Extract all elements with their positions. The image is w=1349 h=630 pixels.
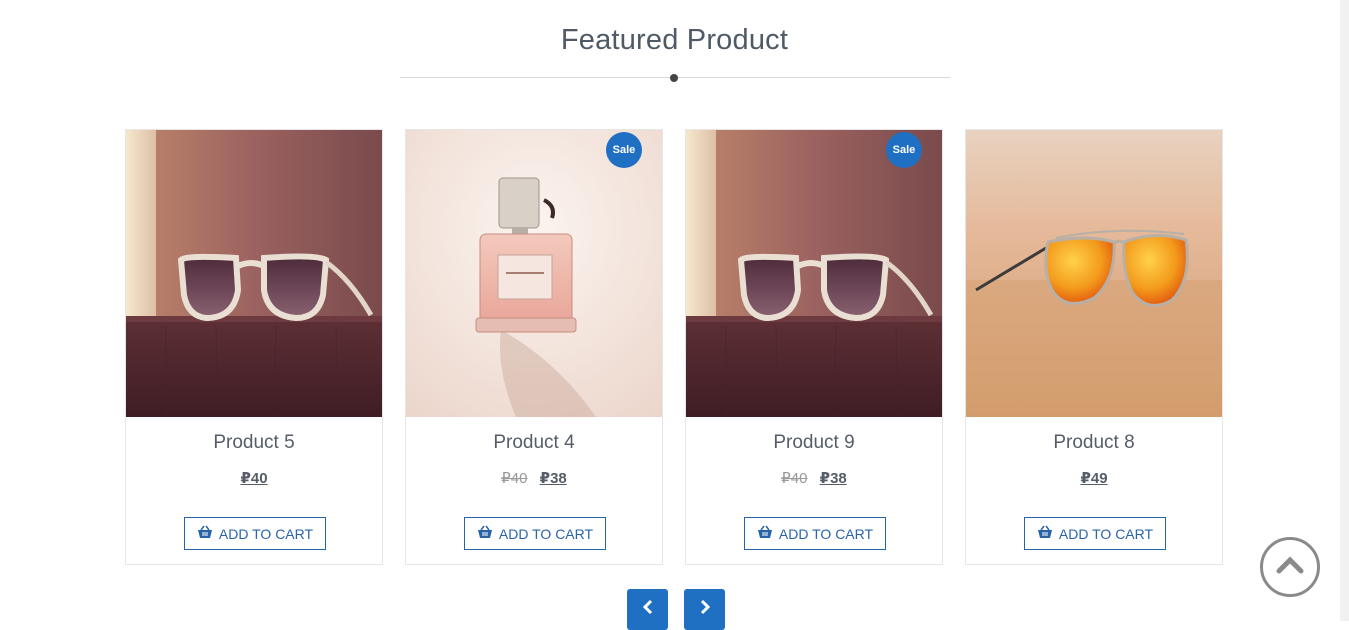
product-price-old: ₽40 [501,470,528,487]
product-image-sunglasses[interactable] [126,130,382,417]
page-scrollbar[interactable] [1340,0,1349,621]
basket-icon [197,525,213,542]
product-name[interactable]: Product 9 [686,432,942,454]
product-image-perfume[interactable]: Sale [406,130,662,417]
add-to-cart-button[interactable]: ADD TO CART [184,517,326,550]
product-card[interactable]: Product 5 ₽40 ADD TO CART [125,129,383,565]
section-title: Featured Product [560,24,789,56]
add-to-cart-label: ADD TO CART [778,525,874,542]
scroll-to-top-button[interactable] [1260,537,1320,597]
product-price-block: ₽40 ₽38 [686,469,942,487]
product-image-sunglasses[interactable]: Sale [686,130,942,417]
add-to-cart-label: ADD TO CART [1058,525,1154,542]
add-to-cart-label: ADD TO CART [498,525,594,542]
product-price-old: ₽40 [781,470,808,487]
product-price: ₽38 [539,470,567,487]
product-name[interactable]: Product 8 [966,432,1222,454]
chevron-right-icon [698,599,712,620]
add-to-cart-button[interactable]: ADD TO CART [464,517,606,550]
sale-badge: Sale [886,132,922,168]
add-to-cart-label: ADD TO CART [218,525,314,542]
basket-icon [1037,525,1053,542]
basket-icon [757,525,773,542]
sale-badge: Sale [606,132,642,168]
divider-dot [670,74,678,82]
product-price: ₽40 [240,470,268,487]
carousel-next-button[interactable] [684,589,725,630]
basket-icon [477,525,493,542]
product-card[interactable]: Product 8 ₽49 ADD TO CART [965,129,1223,565]
chevron-left-icon [641,599,655,620]
product-name[interactable]: Product 5 [126,432,382,454]
add-to-cart-button[interactable]: ADD TO CART [1024,517,1166,550]
product-price: ₽49 [1080,470,1108,487]
product-name[interactable]: Product 4 [406,432,662,454]
product-image-aviator-sunglasses[interactable] [966,130,1222,417]
carousel-prev-button[interactable] [627,589,668,630]
product-price-block: ₽40 ₽38 [406,469,662,487]
product-price-block: ₽40 [126,469,382,487]
product-card[interactable]: Sale Product 9 ₽40 ₽38 ADD TO CART [685,129,943,565]
add-to-cart-button[interactable]: ADD TO CART [744,517,886,550]
chevron-up-icon [1275,555,1305,580]
product-card[interactable]: Sale Product 4 ₽40 ₽38 ADD TO CART [405,129,663,565]
product-price-block: ₽49 [966,469,1222,487]
product-price: ₽38 [819,470,847,487]
